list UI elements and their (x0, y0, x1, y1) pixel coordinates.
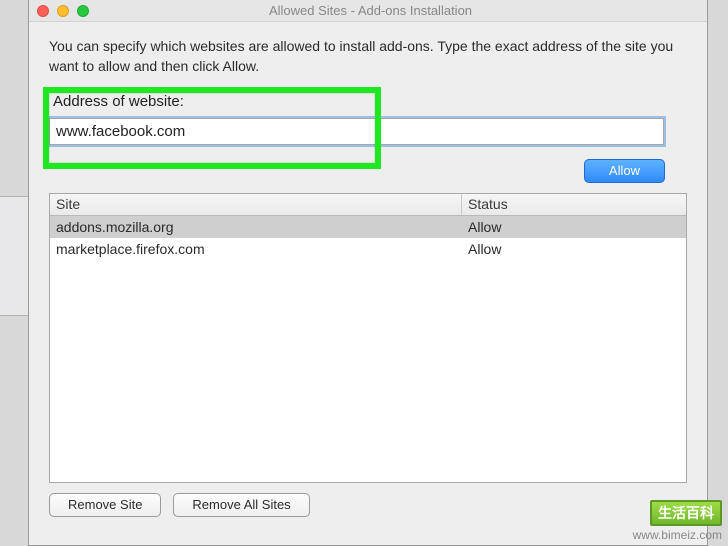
table-row[interactable]: addons.mozilla.org Allow (50, 216, 686, 238)
column-header-status[interactable]: Status (462, 194, 686, 215)
cell-site: marketplace.firefox.com (50, 241, 462, 257)
watermark-url: www.bimeiz.com (633, 528, 722, 542)
address-input[interactable] (49, 118, 664, 145)
watermark-badge: 生活百科 (650, 500, 722, 526)
titlebar: Allowed Sites - Add-ons Installation (29, 0, 707, 22)
table-header: Site Status (50, 194, 686, 216)
table-body: addons.mozilla.org Allow marketplace.fir… (50, 216, 686, 482)
window-title: Allowed Sites - Add-ons Installation (42, 3, 699, 18)
allowed-sites-dialog: Allowed Sites - Add-ons Installation You… (28, 0, 708, 546)
column-header-site[interactable]: Site (50, 194, 462, 215)
sites-table: Site Status addons.mozilla.org Allow mar… (49, 193, 687, 483)
dialog-description: You can specify which websites are allow… (49, 36, 687, 77)
table-row[interactable]: marketplace.firefox.com Allow (50, 238, 686, 260)
watermark: 生活百科 www.bimeiz.com (633, 500, 722, 542)
bottom-toolbar: Remove Site Remove All Sites (29, 483, 707, 517)
address-label: Address of website: (53, 93, 687, 110)
cell-status: Allow (462, 241, 686, 257)
remove-site-button[interactable]: Remove Site (49, 493, 161, 517)
allow-button[interactable]: Allow (584, 159, 665, 183)
remove-all-sites-button[interactable]: Remove All Sites (173, 493, 309, 517)
cell-status: Allow (462, 219, 686, 235)
cell-site: addons.mozilla.org (50, 219, 462, 235)
address-section: Address of website: (49, 93, 687, 145)
